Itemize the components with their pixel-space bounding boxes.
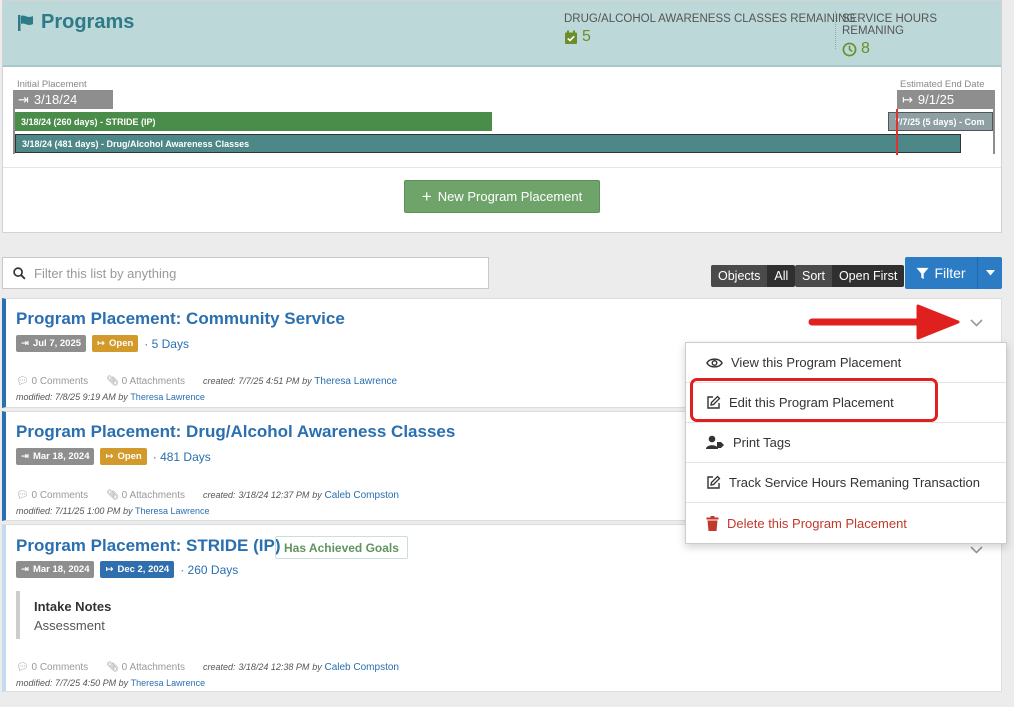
created-by-link[interactable]: Caleb Compston bbox=[324, 490, 398, 501]
card-title[interactable]: Program Placement: Community Service bbox=[16, 309, 345, 329]
comment-icon: 💬︎ bbox=[16, 490, 29, 501]
paperclip-icon: 📎︎ bbox=[106, 662, 119, 673]
user-tag-icon bbox=[706, 435, 724, 449]
card-actions-menu: View this Program Placement Edit this Pr… bbox=[685, 342, 1007, 544]
clock-icon bbox=[842, 42, 857, 56]
end-date-badge: ↦ Dec 2, 2024 bbox=[100, 561, 175, 578]
chevron-down-icon[interactable] bbox=[970, 546, 983, 554]
comments-link[interactable]: 💬︎ 0 Comments bbox=[16, 662, 88, 673]
intake-notes: Intake Notes Assessment bbox=[16, 591, 111, 639]
duration-text: · 5 Days bbox=[144, 336, 189, 351]
created-by-link[interactable]: Theresa Lawrence bbox=[314, 376, 397, 387]
sign-in-icon: ⇥ bbox=[21, 564, 29, 575]
duration-text: · 260 Days bbox=[180, 562, 239, 577]
edit-highlight-annotation bbox=[690, 378, 938, 422]
timeline-end-line bbox=[993, 90, 995, 154]
sign-in-icon: ⇥ bbox=[18, 91, 29, 107]
program-card-stride[interactable]: Program Placement: STRIDE (IP) Has Achie… bbox=[2, 524, 1002, 692]
sign-out-icon: ↦ bbox=[902, 91, 913, 107]
plus-icon: + bbox=[421, 186, 432, 206]
sign-out-icon: ↦ bbox=[97, 338, 105, 349]
card-title[interactable]: Program Placement: STRIDE (IP) bbox=[16, 536, 281, 556]
trash-icon bbox=[706, 515, 719, 531]
red-arrow-annotation bbox=[808, 304, 960, 340]
timeline-bar-stride[interactable]: 3/18/24 (260 days) - STRIDE (IP) bbox=[15, 112, 492, 131]
classes-remaining-stat: DRUG/ALCOHOL AWARENESS CLASSES REMAINING… bbox=[564, 13, 856, 45]
calendar-check-icon bbox=[565, 30, 577, 44]
flag-icon bbox=[18, 14, 33, 31]
attachments-link[interactable]: 📎︎ 0 Attachments bbox=[106, 490, 185, 501]
modified-info: modified: 7/8/25 9:19 AM by Theresa Lawr… bbox=[16, 392, 205, 402]
modified-by-link[interactable]: Theresa Lawrence bbox=[130, 392, 205, 402]
today-marker bbox=[896, 109, 898, 155]
goals-badge: Has Achieved Goals bbox=[275, 536, 408, 559]
sign-out-icon: ↦ bbox=[105, 564, 114, 575]
attachments-link[interactable]: 📎︎ 0 Attachments bbox=[106, 376, 185, 387]
stat-divider bbox=[835, 11, 836, 49]
objects-filter-pill[interactable]: Objects All bbox=[711, 265, 796, 287]
page-title-text: Programs bbox=[41, 11, 135, 33]
initial-placement-label: Initial Placement bbox=[17, 79, 87, 90]
paperclip-icon: 📎︎ bbox=[106, 490, 119, 501]
comment-icon: 💬︎ bbox=[16, 662, 29, 673]
filter-dropdown-toggle[interactable] bbox=[978, 257, 1002, 289]
page-title: Programs bbox=[17, 11, 134, 34]
chevron-down-icon[interactable] bbox=[970, 319, 983, 327]
sign-in-icon: ⇥ bbox=[21, 338, 29, 349]
comments-link[interactable]: 💬︎ 0 Comments bbox=[16, 376, 88, 387]
created-by-link[interactable]: Caleb Compston bbox=[324, 662, 398, 673]
filter-button[interactable]: Filter bbox=[905, 257, 1002, 289]
card-title[interactable]: Program Placement: Drug/Alcohol Awarenes… bbox=[16, 422, 455, 442]
filter-button-main[interactable]: Filter bbox=[905, 257, 978, 289]
start-date-badge: ⇥ Jul 7, 2025 bbox=[16, 335, 87, 352]
timeline-bar-community-service[interactable]: 7/7/25 (5 days) - Com bbox=[888, 112, 993, 131]
modified-by-link[interactable]: Theresa Lawrence bbox=[135, 506, 210, 516]
initial-placement-date: ⇥ 3/18/24 bbox=[13, 90, 113, 109]
programs-header: Programs DRUG/ALCOHOL AWARENESS CLASSES … bbox=[3, 1, 1001, 67]
caret-down-icon bbox=[985, 270, 995, 276]
start-date-badge: ⇥ Mar 18, 2024 bbox=[16, 561, 95, 578]
comments-link[interactable]: 💬︎ 0 Comments bbox=[16, 490, 88, 501]
sign-out-icon: ↦ bbox=[105, 451, 114, 462]
paperclip-icon: 📎︎ bbox=[106, 376, 119, 387]
modified-info: modified: 7/11/25 1:00 PM by Theresa Law… bbox=[16, 506, 210, 516]
menu-item-print-tags[interactable]: Print Tags bbox=[686, 423, 1006, 463]
service-hours-value: 8 bbox=[861, 40, 870, 57]
sign-in-icon: ⇥ bbox=[21, 451, 29, 462]
duration-text: · 481 Days bbox=[152, 449, 211, 464]
timeline-bar-drug-alcohol[interactable]: 3/18/24 (481 days) - Drug/Alcohol Awaren… bbox=[15, 134, 961, 153]
modified-info: modified: 7/7/25 4:50 PM by Theresa Lawr… bbox=[16, 678, 206, 688]
sort-pill[interactable]: Sort Open First bbox=[795, 265, 905, 287]
search-field[interactable] bbox=[2, 257, 489, 289]
search-input[interactable] bbox=[34, 265, 454, 281]
search-icon bbox=[13, 266, 26, 280]
status-badge: ↦ Open bbox=[92, 335, 139, 352]
attachments-link[interactable]: 📎︎ 0 Attachments bbox=[106, 662, 185, 673]
menu-item-track-service-hours[interactable]: Track Service Hours Remaning Transaction bbox=[686, 463, 1006, 503]
funnel-icon bbox=[916, 267, 929, 279]
status-badge: ↦ Open bbox=[100, 448, 147, 465]
comment-icon: 💬︎ bbox=[16, 376, 29, 387]
new-program-placement-button[interactable]: + New Program Placement bbox=[404, 180, 600, 213]
classes-remaining-value: 5 bbox=[582, 28, 591, 45]
estimated-end-label: Estimated End Date bbox=[900, 79, 985, 90]
start-date-badge: ⇥ Mar 18, 2024 bbox=[16, 448, 95, 465]
estimated-end-date: ↦ 9/1/25 bbox=[897, 90, 995, 109]
modified-by-link[interactable]: Theresa Lawrence bbox=[131, 678, 206, 688]
edit-icon bbox=[707, 475, 721, 489]
menu-item-view[interactable]: View this Program Placement bbox=[686, 343, 1006, 383]
service-hours-stat: SERVICE HOURS REMANING 8 bbox=[842, 13, 938, 57]
panel-divider bbox=[3, 167, 1001, 168]
eye-icon bbox=[706, 357, 723, 368]
menu-item-delete[interactable]: Delete this Program Placement bbox=[686, 503, 1006, 543]
